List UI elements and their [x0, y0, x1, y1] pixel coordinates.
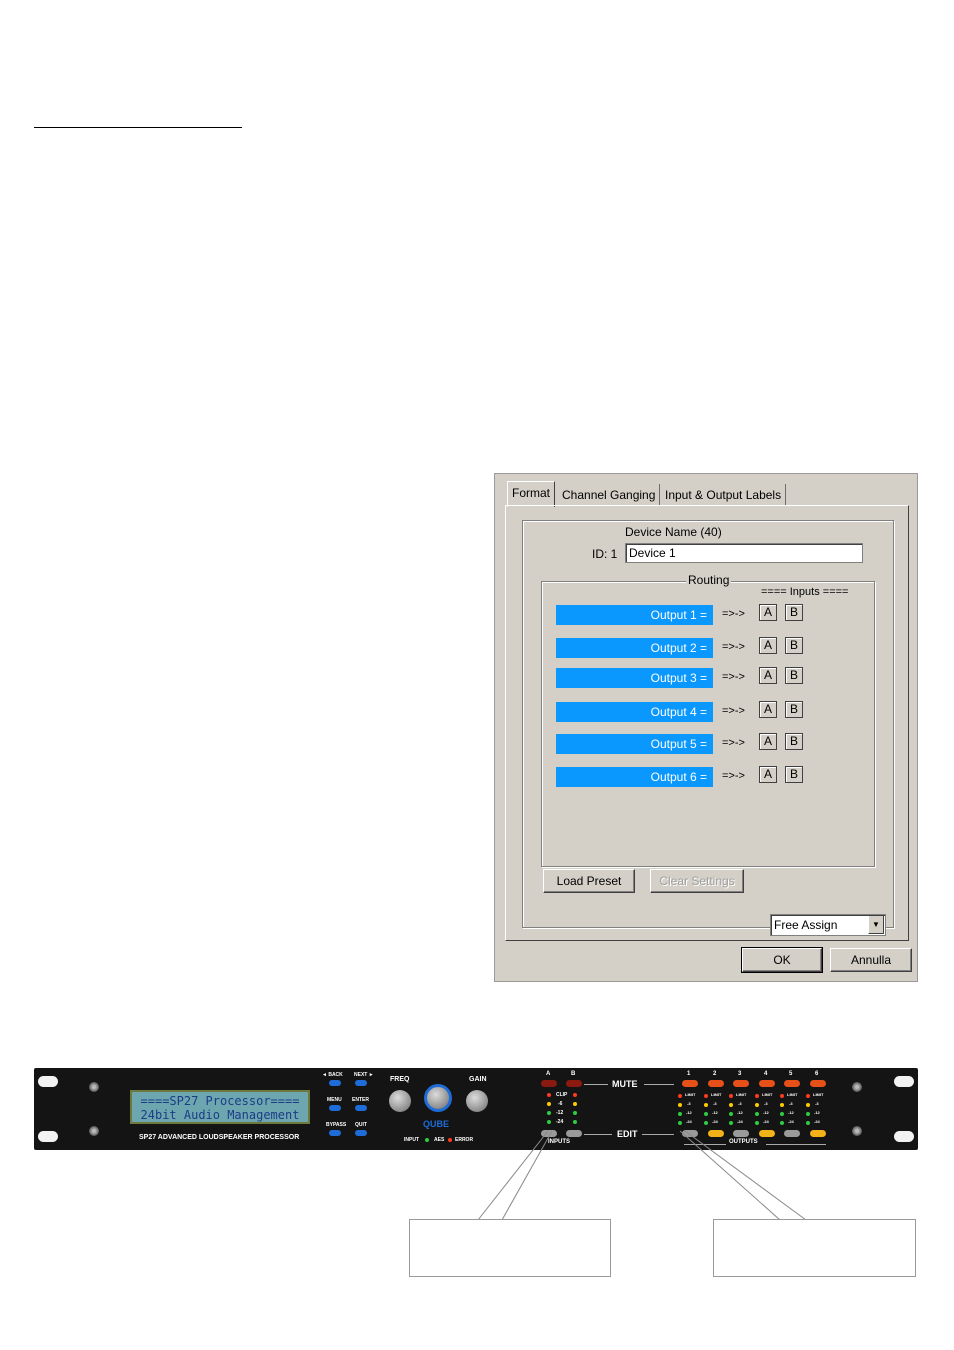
callout-line: [684, 1130, 807, 1221]
outputs-callout-box: [713, 1219, 916, 1277]
callout-line: [501, 1130, 553, 1221]
callout-leader-lines: [477, 1130, 807, 1221]
inputs-callout-box: [409, 1219, 611, 1277]
callout-line: [477, 1130, 549, 1221]
callout-line: [679, 1130, 781, 1221]
